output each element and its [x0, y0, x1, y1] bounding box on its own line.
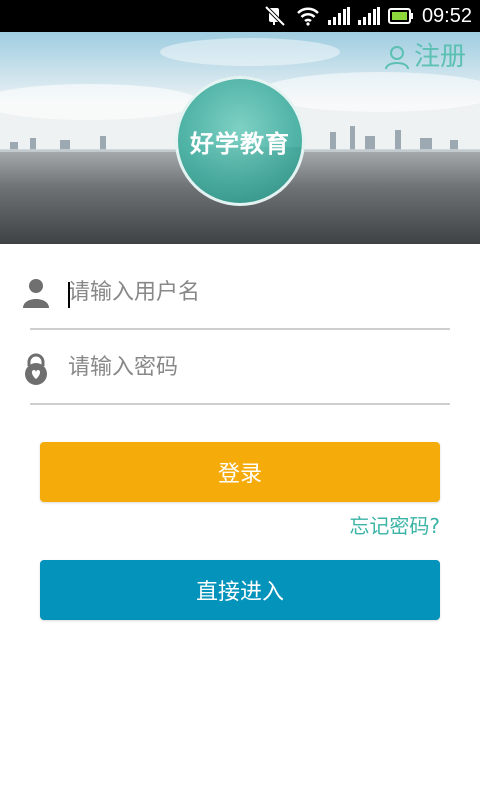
battery-icon	[387, 8, 413, 24]
signal-icon	[357, 7, 380, 25]
person-outline-icon	[384, 46, 409, 70]
status-time: 09:52	[421, 5, 472, 27]
text-cursor	[68, 282, 70, 308]
username-input[interactable]	[68, 272, 438, 312]
register-label: 注册	[413, 42, 466, 72]
direct-enter-button[interactable]: 直接进入	[40, 560, 440, 620]
logo-text: 好学教育	[190, 129, 290, 158]
status-icons: 09:52	[264, 0, 472, 32]
user-icon	[23, 279, 49, 308]
username-row	[23, 256, 450, 330]
app-logo: 好学教育	[175, 76, 305, 206]
login-button[interactable]: 登录	[40, 442, 440, 502]
forgot-password-link[interactable]: 忘记密码?	[349, 510, 440, 539]
password-input[interactable]	[68, 347, 438, 387]
register-link[interactable]: 注册	[384, 40, 466, 74]
wifi-icon	[297, 7, 319, 26]
password-row	[25, 331, 450, 405]
status-bar: 09:52	[0, 0, 480, 32]
signal-icon	[327, 7, 350, 25]
header-banner: 注册 好学教育	[0, 32, 480, 244]
mute-icon	[264, 5, 286, 27]
lock-icon	[25, 353, 47, 385]
